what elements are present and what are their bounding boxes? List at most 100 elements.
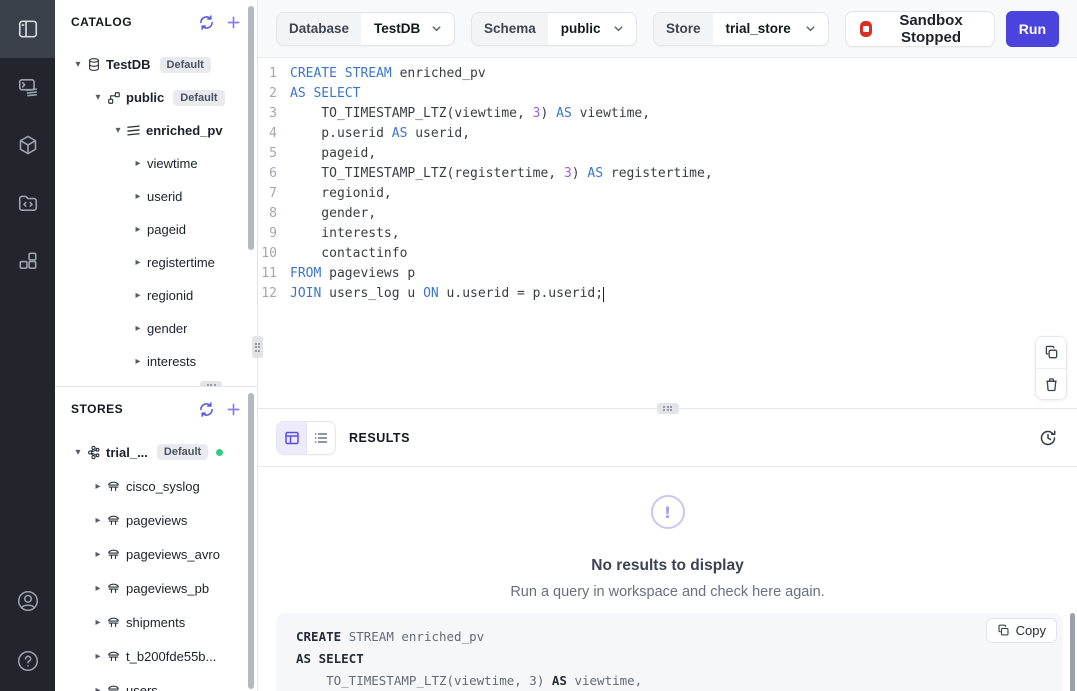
- caret-right-icon[interactable]: ▸: [131, 257, 145, 268]
- editor-line: 1 CREATE STREAM enriched_pv: [258, 64, 1077, 84]
- tree-item-label: pageid: [147, 222, 187, 237]
- nav-rail-bottom: [0, 571, 55, 691]
- caret-down-icon[interactable]: ▾: [71, 59, 85, 70]
- section-resize-grip[interactable]: [200, 381, 222, 386]
- table-view-button[interactable]: [277, 421, 306, 454]
- schema-select[interactable]: Schema public: [471, 11, 637, 46]
- tree-item-label: pageviews: [126, 512, 188, 528]
- caret-right-icon[interactable]: ▸: [131, 158, 145, 169]
- rail-apps-icon[interactable]: [0, 232, 55, 290]
- stores-item-cisco-syslog[interactable]: ▸ cisco_syslog: [55, 469, 257, 503]
- catalog-item-testdb[interactable]: ▾ TestDB Default: [55, 48, 257, 81]
- line-number: 12: [261, 286, 277, 301]
- topic-icon: [106, 683, 121, 691]
- caret-right-icon[interactable]: ▸: [131, 191, 145, 202]
- catalog-item-viewtime[interactable]: ▸ viewtime: [55, 147, 257, 180]
- panel-resize-grip[interactable]: [252, 336, 263, 358]
- catalog-add-icon[interactable]: [225, 14, 241, 30]
- caret-right-icon[interactable]: ▸: [131, 290, 145, 301]
- stores-item-pageviews[interactable]: ▸ pageviews: [55, 503, 257, 537]
- tree-item-label: public: [126, 90, 165, 105]
- store-select[interactable]: Store trial_store: [653, 11, 829, 46]
- line-number: 3: [269, 106, 277, 121]
- run-button[interactable]: Run: [1005, 10, 1059, 47]
- caret-right-icon[interactable]: ▸: [91, 617, 105, 628]
- stores-item-pageviews-avro[interactable]: ▸ pageviews_avro: [55, 537, 257, 571]
- caret-right-icon[interactable]: ▸: [91, 583, 105, 594]
- results-resize-grip[interactable]: [656, 403, 679, 414]
- stores-title: STORES: [71, 402, 124, 416]
- results-scrollbar[interactable]: [1070, 613, 1075, 691]
- caret-right-icon[interactable]: ▸: [131, 323, 145, 334]
- caret-right-icon[interactable]: ▸: [131, 224, 145, 235]
- select-label: Store: [654, 12, 713, 45]
- editor-line: 9 interests,: [258, 224, 1077, 244]
- rail-account-icon[interactable]: [0, 571, 55, 631]
- sql-editor[interactable]: 1 CREATE STREAM enriched_pv 2 AS SELECT 3 TO…: [258, 58, 1077, 408]
- catalog-item-pageid[interactable]: ▸ pageid: [55, 213, 257, 246]
- stores-tree: ▾ trial_... Default ▸ cisco_syslog ▸ pageviews…: [55, 435, 257, 691]
- stores-item-users[interactable]: ▸ users: [55, 673, 257, 691]
- catalog-scrollbar[interactable]: [248, 6, 254, 250]
- stores-item-t-b200fde55b-[interactable]: ▸ t_b200fde55b...: [55, 639, 257, 673]
- rail-resources-icon[interactable]: [0, 116, 55, 174]
- rail-help-icon[interactable]: [0, 631, 55, 691]
- rail-queries-icon[interactable]: [0, 58, 55, 116]
- default-badge: Default: [173, 89, 225, 106]
- empty-state: ! No results to display Run a query in w…: [258, 495, 1077, 600]
- select-value: trial_store: [725, 21, 791, 36]
- stores-item-pageviews-pb[interactable]: ▸ pageviews_pb: [55, 571, 257, 605]
- editor-line: 7 regionid,: [258, 184, 1077, 204]
- caret-right-icon[interactable]: ▸: [91, 549, 105, 560]
- stores-scrollbar[interactable]: [248, 393, 254, 689]
- topic-icon: [106, 649, 121, 664]
- catalog-item-enriched-pv[interactable]: ▾ enriched_pv: [55, 114, 257, 147]
- editor-line: 12 JOIN users_log u ON u.userid = p.useri…: [258, 284, 1077, 304]
- caret-right-icon[interactable]: ▸: [91, 515, 105, 526]
- catalog-refresh-icon[interactable]: [198, 14, 214, 30]
- caret-right-icon[interactable]: ▸: [131, 356, 145, 367]
- stores-item-trial-[interactable]: ▾ trial_... Default: [55, 435, 257, 469]
- sandbox-status-button[interactable]: Sandbox Stopped: [845, 10, 995, 47]
- preview-line: TO_TIMESTAMP_LTZ(viewtime, 3) AS viewtim…: [296, 673, 643, 688]
- stores-add-icon[interactable]: [225, 401, 241, 417]
- select-value: TestDB: [374, 21, 421, 36]
- copy-query-button[interactable]: [1036, 337, 1066, 368]
- caret-right-icon[interactable]: ▸: [91, 651, 105, 662]
- database-select[interactable]: Database TestDB: [276, 11, 455, 46]
- editor-lines: 1 CREATE STREAM enriched_pv 2 AS SELECT 3 TO…: [258, 64, 1077, 304]
- rail-integrations-icon[interactable]: [0, 174, 55, 232]
- tree-item-label: userid: [147, 189, 183, 204]
- caret-down-icon[interactable]: ▾: [71, 447, 85, 458]
- chevron-down-icon: [612, 22, 625, 35]
- catalog-item-interests[interactable]: ▸ interests: [55, 345, 257, 378]
- list-view-button[interactable]: [306, 421, 335, 454]
- query-history-button[interactable]: [1037, 427, 1059, 449]
- chevron-down-icon: [804, 22, 817, 35]
- tree-item-label: shipments: [126, 614, 186, 630]
- select-value: public: [560, 21, 601, 36]
- tree-item-label: interests: [147, 354, 197, 369]
- rail-workspace-icon[interactable]: [0, 0, 55, 58]
- topic-icon: [106, 581, 121, 596]
- copy-preview-label: Copy: [1015, 623, 1046, 638]
- clear-query-button[interactable]: [1036, 368, 1066, 399]
- nav-rail-spacer: [0, 290, 55, 571]
- stores-item-shipments[interactable]: ▸ shipments: [55, 605, 257, 639]
- caret-down-icon[interactable]: ▾: [111, 125, 125, 136]
- catalog-item-public[interactable]: ▾ public Default: [55, 81, 257, 114]
- catalog-item-userid[interactable]: ▸ userid: [55, 180, 257, 213]
- catalog-item-regionid[interactable]: ▸ regionid: [55, 279, 257, 312]
- stream-icon: [126, 123, 141, 138]
- stores-refresh-icon[interactable]: [198, 401, 214, 417]
- caret-right-icon[interactable]: ▸: [91, 481, 105, 492]
- catalog-item-registertime[interactable]: ▸ registertime: [55, 246, 257, 279]
- results-header: RESULTS: [258, 409, 1077, 467]
- caret-down-icon[interactable]: ▾: [91, 92, 105, 103]
- catalog-item-gender[interactable]: ▸ gender: [55, 312, 257, 345]
- tree-item-label: cisco_syslog: [126, 478, 200, 494]
- catalog-title: CATALOG: [71, 15, 133, 29]
- editor-line: 3 TO_TIMESTAMP_LTZ(viewtime, 3) AS viewt…: [258, 104, 1077, 124]
- copy-preview-button[interactable]: Copy: [985, 618, 1057, 643]
- caret-right-icon[interactable]: ▸: [91, 685, 105, 691]
